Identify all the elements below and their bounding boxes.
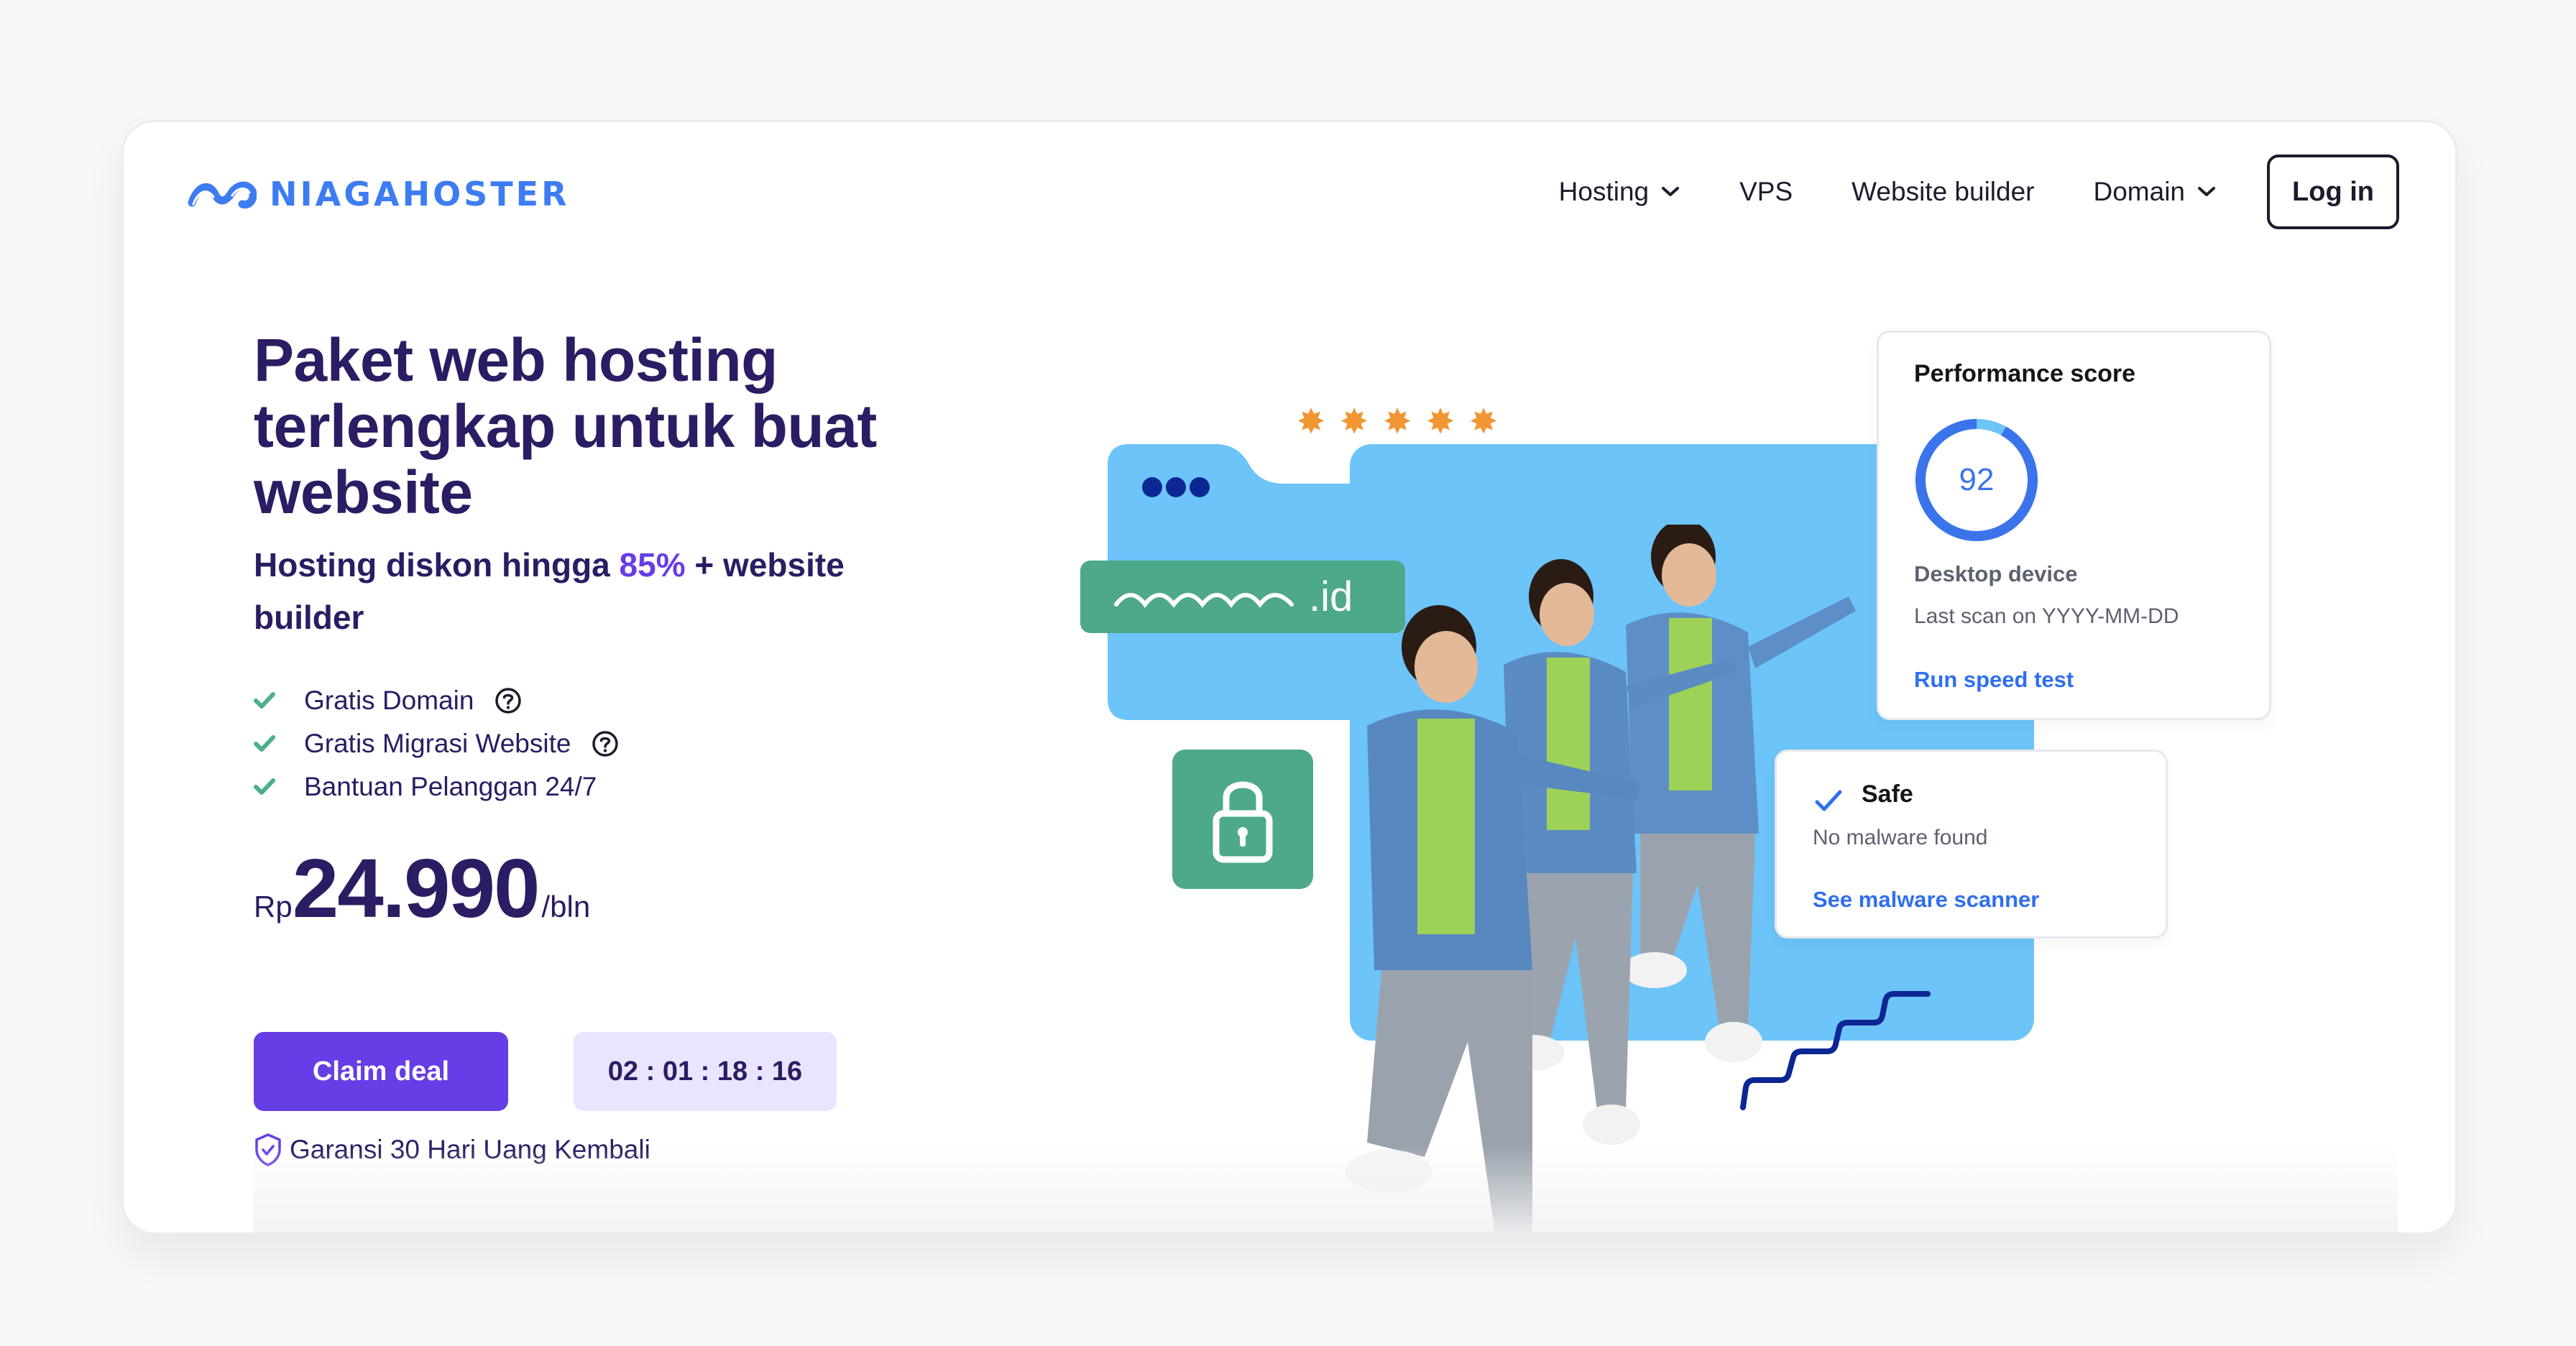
- niagahoster-logo-icon: [188, 181, 257, 209]
- feature-list: Gratis Domain Gratis Migrasi Website Ban…: [254, 679, 620, 808]
- brand-name: NIAGAHOSTER: [270, 175, 570, 213]
- star-icon: ✸: [1469, 403, 1499, 441]
- brand-logo[interactable]: NIAGAHOSTER: [188, 172, 570, 216]
- star-icon: ✸: [1340, 403, 1369, 441]
- device-label: Desktop device: [1914, 561, 2078, 586]
- malware-subtitle: No malware found: [1813, 826, 1988, 849]
- check-icon: [1815, 790, 1842, 811]
- feature-label: Gratis Domain: [304, 686, 474, 715]
- star-icon: ✸: [1426, 403, 1455, 441]
- discount-highlight: 85%: [619, 546, 686, 584]
- nav-item-label: Website builder: [1852, 177, 2035, 206]
- countdown-timer: 02 : 01 : 18 : 16: [574, 1032, 837, 1111]
- feature-item: Gratis Domain: [254, 679, 620, 722]
- price-amount: 24.990: [292, 842, 540, 935]
- price-currency: Rp: [254, 890, 293, 923]
- subheadline-prefix: Hosting diskon hingga: [254, 546, 620, 584]
- page-title: Paket web hosting terlengkap untuk buat …: [254, 326, 877, 526]
- chevron-down-icon: [1662, 187, 1680, 196]
- malware-status-card: Safe No malware found See malware scanne…: [1775, 750, 2168, 939]
- check-icon: [254, 692, 275, 709]
- last-scan: Last scan on YYYY-MM-DD: [1914, 604, 2179, 628]
- check-icon: [254, 778, 275, 795]
- performance-title: Performance score: [1914, 360, 2136, 387]
- see-malware-scanner-link[interactable]: See malware scanner: [1813, 887, 2039, 913]
- feature-item: Bantuan Pelanggan 24/7: [254, 765, 620, 808]
- stairs-graphic: [1740, 991, 1931, 1110]
- star-icon: ✸: [1297, 403, 1326, 441]
- nav-item-vps[interactable]: VPS: [1739, 177, 1793, 207]
- nav-item-label: VPS: [1739, 177, 1793, 206]
- main-nav: Hosting VPS Website builder Domain Log i…: [1559, 151, 2399, 233]
- help-icon[interactable]: [494, 686, 523, 715]
- nav-item-hosting[interactable]: Hosting: [1559, 177, 1680, 207]
- hero-card: NIAGAHOSTER Hosting VPS Website builder …: [121, 120, 2457, 1235]
- performance-score-card: Performance score 92 Desktop device Last…: [1877, 331, 2271, 720]
- nav-item-label: Hosting: [1558, 177, 1650, 206]
- chevron-down-icon: [2198, 187, 2215, 196]
- safe-title: Safe: [1862, 780, 1913, 808]
- card-bottom-fade: [253, 1146, 2398, 1232]
- run-speed-test-link[interactable]: Run speed test: [1914, 667, 2074, 693]
- feature-item: Gratis Migrasi Website: [254, 722, 620, 765]
- subheadline: Hosting diskon hingga 85% + website buil…: [254, 539, 901, 644]
- nav-item-label: Domain: [2093, 177, 2186, 206]
- claim-deal-button[interactable]: Claim deal: [254, 1032, 508, 1111]
- star-icon: ✸: [1383, 403, 1412, 441]
- rating-stars: ✸ ✸ ✸ ✸ ✸: [1297, 403, 1499, 441]
- price: Rp 24.990 /bln: [254, 847, 590, 930]
- check-icon: [254, 735, 275, 752]
- nav-item-website-builder[interactable]: Website builder: [1852, 177, 2034, 207]
- login-button[interactable]: Log in: [2267, 155, 2399, 229]
- performance-score: 92: [1959, 462, 1995, 497]
- price-period: /bln: [541, 890, 591, 923]
- help-icon[interactable]: [591, 729, 620, 758]
- nav-item-domain[interactable]: Domain: [2094, 177, 2217, 207]
- feature-label: Gratis Migrasi Website: [304, 729, 571, 758]
- feature-label: Bantuan Pelanggan 24/7: [304, 772, 597, 801]
